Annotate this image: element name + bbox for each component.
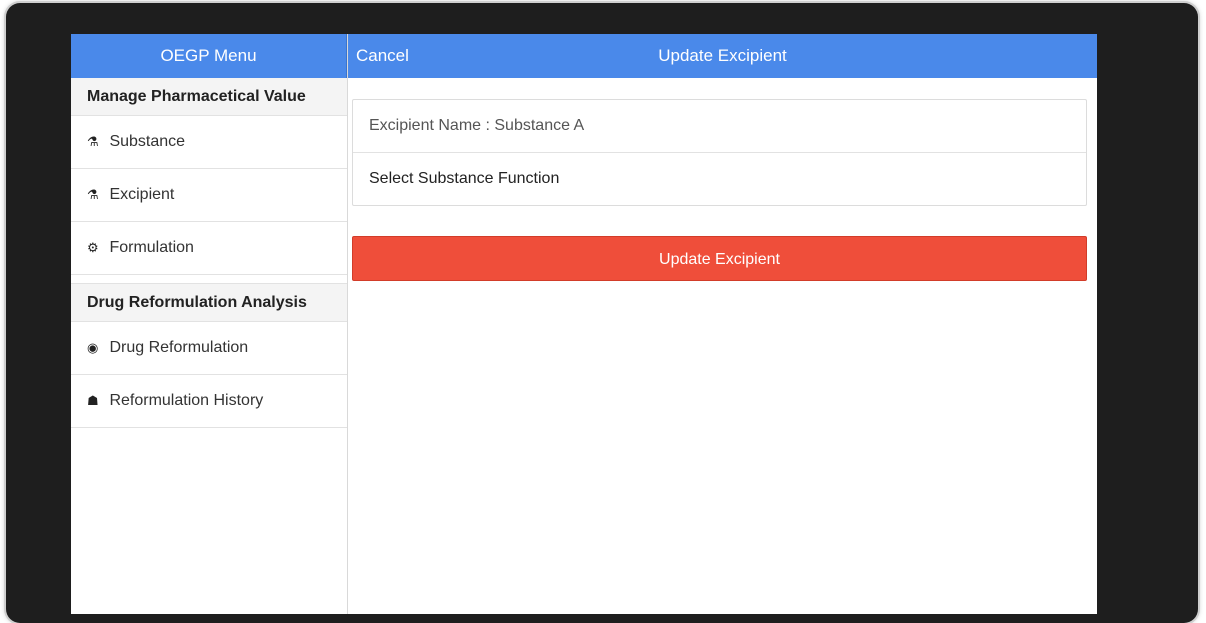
sidebar-item-label: Excipient (109, 186, 175, 203)
sidebar-menu: OEGP Menu Manage Pharmacetical Value ⚗ S… (71, 34, 348, 614)
excipient-name-field: Excipient Name : Substance A (353, 100, 1086, 153)
device-frame: OEGP Menu Manage Pharmacetical Value ⚗ S… (6, 3, 1198, 623)
substance-function-select[interactable]: Select Substance Function (353, 153, 1086, 205)
history-box-icon: ☗ (87, 393, 99, 408)
flask-icon: ⚗ (87, 134, 99, 149)
excipient-flask-icon: ⚗ (87, 187, 99, 202)
top-navbar: Cancel Update Excipient (348, 34, 1097, 78)
sidebar-item-substance[interactable]: ⚗ Substance (71, 116, 347, 169)
excipient-form-card: Excipient Name : Substance A Select Subs… (352, 99, 1087, 206)
radio-target-icon: ◉ (87, 340, 99, 355)
page-title: Update Excipient (658, 46, 787, 65)
section-title-reformulation: Drug Reformulation Analysis (71, 283, 347, 322)
sidebar-item-label: Reformulation History (109, 392, 264, 409)
sidebar-item-label: Drug Reformulation (109, 339, 249, 356)
sidebar-item-label: Substance (109, 133, 186, 150)
update-excipient-button[interactable]: Update Excipient (352, 236, 1087, 281)
cancel-button[interactable]: Cancel (356, 34, 409, 78)
sidebar-item-formulation[interactable]: ⚙ Formulation (71, 222, 347, 275)
sidebar-item-label: Formulation (109, 239, 194, 256)
sidebar-title: OEGP Menu (71, 34, 347, 78)
sidebar-item-excipient[interactable]: ⚗ Excipient (71, 169, 347, 222)
sidebar-item-drug-reformulation[interactable]: ◉ Drug Reformulation (71, 322, 347, 375)
section-title-pharmaceutical: Manage Pharmacetical Value (71, 78, 347, 116)
sidebar-item-reformulation-history[interactable]: ☗ Reformulation History (71, 375, 347, 428)
main-panel: Cancel Update Excipient Excipient Name :… (348, 34, 1097, 614)
formulation-icon: ⚙ (87, 240, 99, 255)
app-screen: OEGP Menu Manage Pharmacetical Value ⚗ S… (71, 34, 1097, 614)
